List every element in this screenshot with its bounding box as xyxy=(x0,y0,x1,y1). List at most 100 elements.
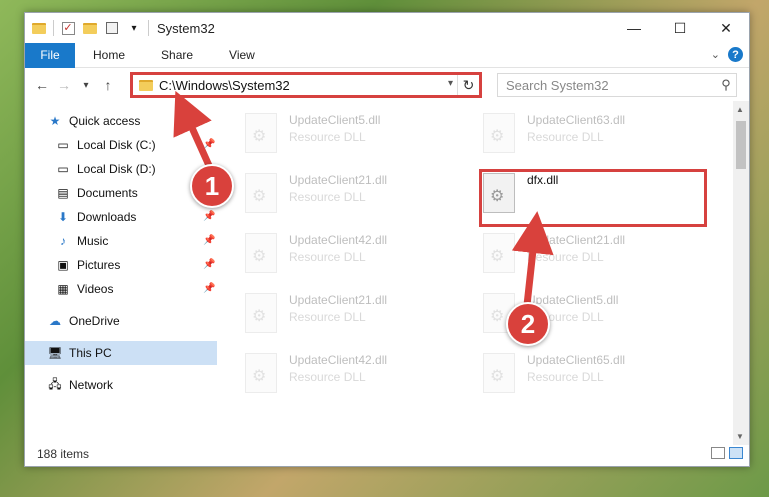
close-button[interactable]: ✕ xyxy=(703,13,749,43)
sidebar-item-label: Downloads xyxy=(77,210,137,224)
scroll-thumb[interactable] xyxy=(736,121,746,169)
pin-icon: 📌 xyxy=(203,259,216,270)
minimize-button[interactable]: — xyxy=(611,13,657,43)
file-name: UpdateClient21.dll xyxy=(289,173,388,187)
downloads-icon: ⬇ xyxy=(57,210,69,224)
star-icon: ★ xyxy=(49,114,61,128)
pin-icon: 📌 xyxy=(203,139,216,150)
dfx-dll-highlight-box xyxy=(479,169,707,227)
file-name: UpdateClient42.dll xyxy=(289,353,388,367)
file-item[interactable]: ⚙ UpdateClient5.dll Resource DLL xyxy=(245,113,465,161)
network-icon: 🖧 xyxy=(48,376,62,391)
item-count: 188 items xyxy=(37,447,90,461)
details-view-icon[interactable] xyxy=(711,447,725,459)
file-type: Resource DLL xyxy=(289,250,366,264)
sidebar-item-documents[interactable]: ▤ Documents xyxy=(55,181,138,205)
tab-share[interactable]: Share xyxy=(143,43,211,68)
dll-file-icon: ⚙ xyxy=(245,113,277,153)
dll-file-icon: ⚙ xyxy=(483,233,515,273)
file-item[interactable]: ⚙ UpdateClient21.dll Resource DLL xyxy=(245,173,465,221)
sidebar-item-label: Network xyxy=(69,378,114,392)
refresh-button[interactable]: ↻ xyxy=(457,75,479,95)
search-icon[interactable]: ⚲ xyxy=(716,77,736,93)
sidebar-item-label: Local Disk (C:) xyxy=(77,138,156,152)
up-button[interactable]: ↑ xyxy=(97,73,119,97)
pictures-icon: ▣ xyxy=(57,258,69,272)
tiles-view-icon[interactable] xyxy=(729,447,743,459)
back-button[interactable]: ← xyxy=(31,73,53,97)
music-icon: ♪ xyxy=(60,234,66,248)
recent-locations-button[interactable]: ▾ xyxy=(75,73,97,97)
title-bar: ✓ ▾ System32 — ☐ ✕ xyxy=(25,13,749,43)
pin-icon: 📌 xyxy=(203,211,216,222)
sidebar-item-this-pc[interactable]: 🖥 This PC xyxy=(25,341,217,365)
window-title: System32 xyxy=(157,20,215,36)
file-type: Resource DLL xyxy=(527,370,604,384)
file-type: Resource DLL xyxy=(527,250,604,264)
sidebar-item-videos[interactable]: ▦ Videos xyxy=(55,277,113,301)
file-item[interactable]: ⚙ UpdateClient42.dll Resource DLL xyxy=(245,233,465,281)
dll-file-icon: ⚙ xyxy=(245,233,277,273)
folder-icon xyxy=(31,20,47,36)
dll-file-icon: ⚙ xyxy=(245,353,277,393)
sidebar-item-label: OneDrive xyxy=(69,314,120,328)
sidebar-item-label: Music xyxy=(77,234,109,248)
tab-file[interactable]: File xyxy=(25,42,75,68)
step-2-badge: 2 xyxy=(506,302,550,346)
divider xyxy=(148,20,149,36)
file-name: UpdateClient63.dll xyxy=(527,113,626,127)
drive-icon: ▭ xyxy=(57,138,69,152)
maximize-button[interactable]: ☐ xyxy=(657,13,703,43)
computer-icon: 🖥 xyxy=(47,346,63,360)
sidebar-item-local-disk-d[interactable]: ▭ Local Disk (D:) xyxy=(55,157,156,181)
forward-button[interactable]: → xyxy=(53,73,75,97)
chevron-down-icon[interactable]: ⌄ xyxy=(711,48,720,61)
sidebar-item-pictures[interactable]: ▣ Pictures xyxy=(55,253,120,277)
file-type: Resource DLL xyxy=(289,190,366,204)
sidebar-item-music[interactable]: ♪ Music xyxy=(55,229,108,253)
sidebar-item-downloads[interactable]: ⬇ Downloads xyxy=(55,205,136,229)
dll-file-icon: ⚙ xyxy=(483,113,515,153)
dll-file-icon: ⚙ xyxy=(483,353,515,393)
file-list: ⚙ UpdateClient5.dll Resource DLL ⚙ Update… xyxy=(233,109,733,439)
scroll-down-icon[interactable]: ▼ xyxy=(736,432,744,441)
sidebar-item-onedrive[interactable]: ☁ OneDrive xyxy=(47,309,120,333)
sidebar-item-network[interactable]: 🖧 Network xyxy=(47,373,113,397)
sidebar-item-label: Documents xyxy=(77,186,138,200)
sidebar-item-label: Quick access xyxy=(69,114,141,128)
quick-access-dropdown-icon[interactable]: ▾ xyxy=(126,20,142,36)
file-item[interactable]: ⚙ UpdateClient63.dll Resource DLL xyxy=(483,113,703,161)
dll-file-icon: ⚙ xyxy=(245,173,277,213)
file-item[interactable]: ⚙ UpdateClient21.dll Resource DLL xyxy=(245,293,465,341)
sidebar-item-label: Local Disk (D:) xyxy=(77,162,156,176)
vertical-scrollbar[interactable]: ▲ ▼ xyxy=(733,101,749,445)
help-icon[interactable]: ? xyxy=(728,47,743,62)
properties-check-icon[interactable]: ✓ xyxy=(60,20,76,36)
file-item[interactable]: ⚙ UpdateClient42.dll Resource DLL xyxy=(245,353,465,401)
address-bar[interactable]: C:\Windows\System32 ▾ ↻ xyxy=(130,72,482,98)
new-folder-icon[interactable] xyxy=(82,20,98,36)
file-name: UpdateClient5.dll xyxy=(527,293,619,307)
file-type: Resource DLL xyxy=(289,310,366,324)
scroll-up-icon[interactable]: ▲ xyxy=(736,105,744,114)
sidebar-item-quick-access[interactable]: ★ Quick access xyxy=(47,109,141,133)
address-dropdown-icon[interactable]: ▾ xyxy=(448,78,453,89)
properties-icon[interactable] xyxy=(104,20,120,36)
navigation-bar: ← → ▾ ↑ C:\Windows\System32 ▾ ↻ Search S… xyxy=(25,70,749,100)
file-item[interactable]: ⚙ UpdateClient65.dll Resource DLL xyxy=(483,353,703,401)
tab-home[interactable]: Home xyxy=(75,43,143,68)
file-name: UpdateClient21.dll xyxy=(289,293,388,307)
search-box[interactable]: Search System32 ⚲ xyxy=(497,73,737,97)
file-item[interactable]: ⚙ UpdateClient21.dll Resource DLL xyxy=(483,233,703,281)
tab-view[interactable]: View xyxy=(211,43,273,68)
ribbon-tabs: File Home Share View ⌄ ? xyxy=(25,42,749,68)
address-path[interactable]: C:\Windows\System32 xyxy=(159,78,290,93)
cloud-icon: ☁ xyxy=(49,314,61,328)
explorer-window: ✓ ▾ System32 — ☐ ✕ File Home Share View … xyxy=(24,12,750,467)
documents-icon: ▤ xyxy=(57,186,69,200)
sidebar-item-local-disk-c[interactable]: ▭ Local Disk (C:) xyxy=(55,133,156,157)
step-1-badge: 1 xyxy=(190,164,234,208)
search-input[interactable]: Search System32 xyxy=(506,78,716,93)
navigation-pane: ★ Quick access ▭ Local Disk (C:) 📌 ▭ Loc… xyxy=(25,109,217,439)
drive-icon: ▭ xyxy=(57,162,69,176)
